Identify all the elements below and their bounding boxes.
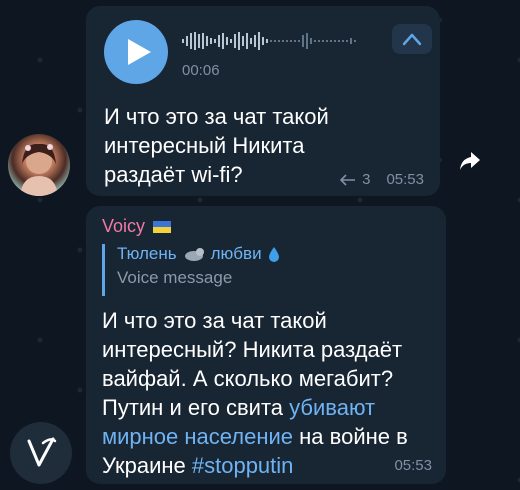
voice-duration: 00:06 <box>182 62 220 79</box>
message-meta: 3 05:53 <box>340 171 424 188</box>
avatar[interactable] <box>8 134 70 196</box>
droplet-icon <box>268 247 279 262</box>
forward-button[interactable] <box>458 150 498 180</box>
message-text: И что это за чат такой интересный Никита… <box>104 104 329 187</box>
reply-preview[interactable]: Тюлень любви Voice message <box>102 244 280 296</box>
ukraine-flag-icon <box>153 220 172 233</box>
message-time: 05:53 <box>386 171 424 188</box>
avatar[interactable] <box>10 422 72 484</box>
collapse-button[interactable] <box>392 24 432 54</box>
voicy-logo-icon <box>27 437 57 467</box>
avatar-photo-icon <box>20 143 58 196</box>
hashtag-link[interactable]: #stopputin <box>192 453 294 478</box>
reply-author: Тюлень любви <box>117 244 280 264</box>
reply-arrow-icon[interactable] <box>340 173 356 186</box>
sender-name[interactable]: Voicy <box>102 216 172 237</box>
voice-waveform[interactable] <box>182 30 374 52</box>
sender-label: Voicy <box>102 216 146 236</box>
play-button[interactable] <box>104 20 168 84</box>
reply-subtitle: Voice message <box>117 268 233 287</box>
message-bubble-voice[interactable]: 00:06 И что это за чат такой интересный … <box>86 6 440 196</box>
chevron-up-icon <box>402 33 422 46</box>
message-bubble-text[interactable]: Voicy Тюлень любви Voice message И что э… <box>86 206 446 484</box>
reply-count[interactable]: 3 <box>362 171 370 188</box>
reply-author-suffix: любви <box>210 244 262 263</box>
message-text: И что это за чат такой интересный? Никит… <box>102 306 432 480</box>
message-time: 05:53 <box>394 457 432 474</box>
reply-author-name: Тюлень <box>117 244 177 263</box>
message-meta: 05:53 <box>394 457 432 474</box>
forward-icon <box>460 152 480 170</box>
play-icon <box>128 39 151 65</box>
seal-icon <box>184 248 204 261</box>
